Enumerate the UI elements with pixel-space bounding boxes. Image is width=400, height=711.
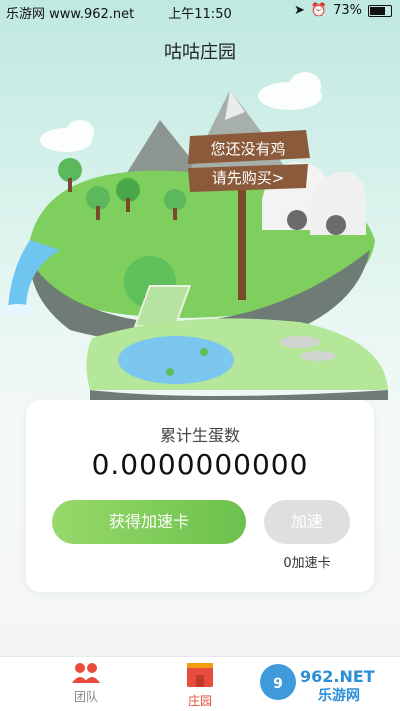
- watermark-sub: 乐游网: [318, 687, 360, 704]
- tab-team-label: 团队: [73, 690, 98, 704]
- svg-text:9: 9: [273, 676, 283, 692]
- tab-farm-label: 庄园: [187, 694, 212, 708]
- get-speed-card-button[interactable]: 获得加速卡: [52, 500, 246, 544]
- egg-count-value: 0.0000000000: [91, 448, 309, 481]
- tab-farm[interactable]: 庄园: [160, 661, 240, 709]
- sign-line-1: 您还没有鸡: [210, 140, 285, 158]
- battery-icon: [368, 4, 392, 17]
- watermark-logo: 9 962.NET 乐游网: [260, 664, 375, 704]
- tab-team[interactable]: 团队: [46, 661, 126, 705]
- watermark-brand: 962.NET: [300, 667, 375, 686]
- speed-card-count: 0加速卡: [283, 556, 331, 571]
- egg-count-label: 累计生蛋数: [159, 426, 240, 445]
- sign-line-2: 请先购买>: [212, 169, 285, 187]
- farm-icon: [187, 663, 213, 687]
- egg-counter-card: 累计生蛋数 0.0000000000 获得加速卡 加速 0加速卡: [26, 400, 374, 592]
- status-right: ➤ ⏰ 73%: [294, 3, 392, 18]
- battery-percent: 73%: [333, 3, 362, 18]
- location-icon: ➤: [294, 3, 305, 18]
- status-bar: 乐游网 www.962.net 上午11:50 ➤ ⏰ 73%: [0, 0, 400, 22]
- team-icon: [72, 663, 100, 683]
- alarm-icon: ⏰: [310, 3, 328, 18]
- speed-up-button[interactable]: 加速: [264, 500, 350, 544]
- farm-illustration: 您还没有鸡 请先购买>: [2, 72, 388, 400]
- lower-island: [86, 318, 388, 400]
